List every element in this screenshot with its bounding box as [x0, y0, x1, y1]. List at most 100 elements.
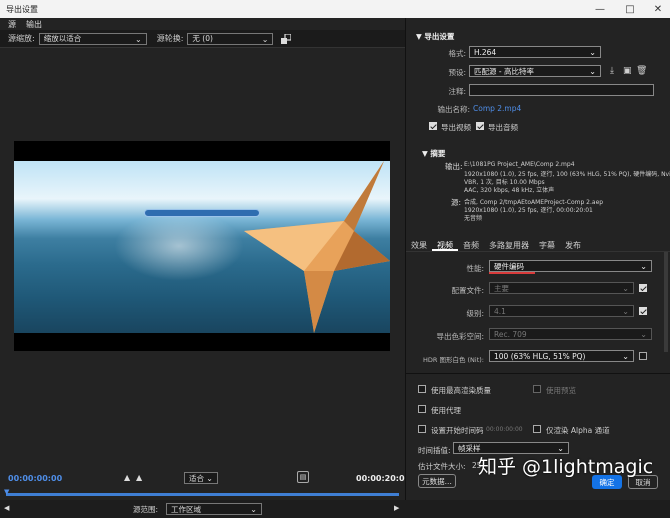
maximize-icon[interactable]: □ — [616, 0, 644, 18]
profile-dropdown[interactable]: 主要 ⌄ — [489, 282, 634, 294]
format-value: H.264 — [474, 47, 497, 57]
set-in-point-icon[interactable]: ▲ — [124, 473, 130, 482]
source-output-panel: 源 输出 源缩放: 缩放以适合 ⌄ 源轮换: 无 (0) ⌄ 00:00:00:… — [0, 18, 410, 518]
set-out-point-icon[interactable]: ▲ — [136, 473, 142, 482]
hdr-white-dropdown[interactable]: 100 (63% HLG, 51% PQ) ⌄ — [489, 350, 634, 362]
chevron-down-icon: ⌄ — [261, 34, 269, 44]
work-area-start-icon[interactable]: ◀ — [4, 504, 9, 512]
source-toolbar: 源缩放: 缩放以适合 ⌄ 源轮换: 无 (0) ⌄ — [0, 30, 405, 48]
tab-multiplexer[interactable]: 多路复用器 — [484, 238, 534, 251]
tab-effects[interactable]: 效果 — [406, 238, 432, 251]
summary-output-line: AAC, 320 kbps, 48 kHz, 立体声 — [464, 187, 555, 194]
performance-underline — [489, 272, 535, 274]
chevron-down-icon: ⌄ — [640, 330, 647, 339]
output-name-label: 输出名称: — [437, 105, 470, 114]
preview-pill-shape — [144, 209, 260, 217]
preset-dropdown[interactable]: 匹配源 - 高比特率 ⌄ — [469, 65, 601, 77]
start-timecode-value[interactable]: 00:00:00:00 — [486, 426, 523, 433]
export-video-checkbox[interactable] — [429, 122, 437, 130]
chevron-down-icon: ⌄ — [589, 48, 596, 57]
preset-label: 预设: — [448, 68, 466, 77]
settings-scrollbar[interactable] — [664, 252, 668, 352]
performance-dropdown[interactable]: 硬件编码 ⌄ — [489, 260, 652, 272]
hdr-white-label: HDR 图形白色 (Nit): — [422, 356, 484, 364]
level-label: 级别: — [466, 309, 484, 318]
chevron-down-icon: ⌄ — [250, 505, 257, 514]
start-timecode-label: 设置开始时间码 — [431, 426, 484, 435]
water-glare — [114, 211, 244, 281]
profile-value: 主要 — [494, 283, 509, 293]
max-render-quality-checkbox[interactable] — [418, 385, 426, 393]
use-preview-checkbox[interactable] — [533, 385, 541, 393]
divider — [406, 373, 670, 374]
save-preset-icon[interactable]: ⤓ — [610, 66, 614, 76]
tab-captions[interactable]: 字幕 — [534, 238, 560, 251]
format-dropdown[interactable]: H.264 ⌄ — [469, 46, 601, 58]
export-settings-toggle[interactable]: ▼ 导出设置 — [416, 31, 454, 42]
comment-input[interactable] — [469, 84, 654, 96]
summary-source-line: 无音频 — [464, 215, 483, 222]
profile-label: 配置文件: — [451, 286, 484, 295]
level-dropdown[interactable]: 4.1 ⌄ — [489, 305, 634, 317]
color-space-dropdown[interactable]: Rec. 709 ⌄ — [489, 328, 652, 340]
tab-audio[interactable]: 音频 — [458, 238, 484, 251]
close-icon[interactable]: ✕ — [644, 0, 670, 18]
tab-output[interactable]: 输出 — [26, 19, 42, 30]
level-value: 4.1 — [494, 306, 506, 316]
source-rotate-dropdown[interactable]: 无 (0) ⌄ — [187, 32, 274, 45]
source-scale-label: 源缩放: — [8, 34, 35, 43]
minimize-icon[interactable]: — — [586, 0, 614, 18]
performance-label: 性能: — [466, 264, 484, 273]
timeline-scrubber[interactable] — [6, 493, 399, 496]
output-name-link[interactable]: Comp 2.mp4 — [473, 104, 521, 113]
preview-area — [14, 141, 390, 351]
fit-dropdown[interactable]: 适合 ⌄ — [184, 472, 218, 484]
hdr-white-value: 100 (63% HLG, 51% PQ) — [494, 351, 586, 361]
export-audio-checkbox[interactable] — [476, 122, 484, 130]
metadata-button[interactable]: 元数据... — [418, 474, 456, 488]
use-proxy-checkbox[interactable] — [418, 405, 426, 413]
transport-bar: 00:00:00:00 ▲ ▲ 适合 ⌄ ▤ 00:00:20:01 ▼ — [0, 464, 410, 500]
hdr-white-checkbox[interactable] — [639, 352, 647, 360]
summary-source-label: 源: — [451, 198, 462, 207]
source-output-tabs: 源 输出 — [0, 18, 405, 30]
performance-value: 硬件编码 — [494, 261, 524, 271]
playhead-icon[interactable]: ▼ — [4, 488, 9, 496]
current-timecode[interactable]: 00:00:00:00 — [8, 474, 62, 483]
color-space-value: Rec. 709 — [494, 329, 527, 339]
tab-publish[interactable]: 发布 — [560, 238, 586, 251]
chevron-down-icon: ⌄ — [640, 262, 647, 271]
range-label: 源范围: — [133, 505, 159, 514]
chevron-down-icon: ⌄ — [206, 474, 213, 483]
source-rotate-value: 无 (0) — [192, 34, 213, 43]
start-timecode-checkbox[interactable] — [418, 425, 426, 433]
render-alpha-checkbox[interactable] — [533, 425, 541, 433]
crop-icon[interactable] — [281, 32, 293, 44]
source-scale-dropdown[interactable]: 缩放以适合 ⌄ — [38, 32, 147, 45]
estimated-size-label: 估计文件大小: — [418, 462, 466, 471]
settings-panel: ▼ 导出设置 格式: H.264 ⌄ 预设: 匹配源 - 高比特率 ⌄ ⤓ ▣ … — [405, 18, 670, 500]
watermark: 知乎 @1lightmagic — [478, 456, 654, 478]
work-area-end-icon[interactable]: ▶ — [394, 504, 399, 512]
star-shape — [244, 161, 390, 333]
summary-toggle[interactable]: ▼ 摘要 — [422, 148, 445, 159]
fit-value: 适合 — [189, 473, 204, 483]
render-alpha-label: 仅渲染 Alpha 通道 — [546, 426, 610, 435]
color-space-label: 导出色彩空间: — [436, 332, 484, 341]
tab-source[interactable]: 源 — [8, 19, 16, 30]
export-settings-title: 导出设置 — [424, 32, 455, 41]
import-preset-icon[interactable]: ▣ — [623, 66, 632, 76]
safe-margins-icon[interactable]: ▤ — [297, 471, 309, 483]
range-dropdown[interactable]: 工作区域 ⌄ — [166, 503, 262, 515]
max-render-quality-label: 使用最高渲染质量 — [431, 386, 491, 395]
range-value: 工作区域 — [171, 504, 201, 514]
export-video-label: 导出视频 — [441, 123, 471, 132]
chevron-down-icon: ⌄ — [135, 34, 142, 44]
chevron-down-icon: ⌄ — [622, 352, 629, 361]
window-title: 导出设置 — [6, 4, 38, 14]
level-checkbox[interactable] — [639, 307, 647, 315]
delete-preset-icon[interactable]: 🗑 — [636, 66, 647, 76]
tab-video[interactable]: 视频 — [432, 238, 458, 251]
export-audio-label: 导出音频 — [488, 123, 518, 132]
profile-checkbox[interactable] — [639, 284, 647, 292]
